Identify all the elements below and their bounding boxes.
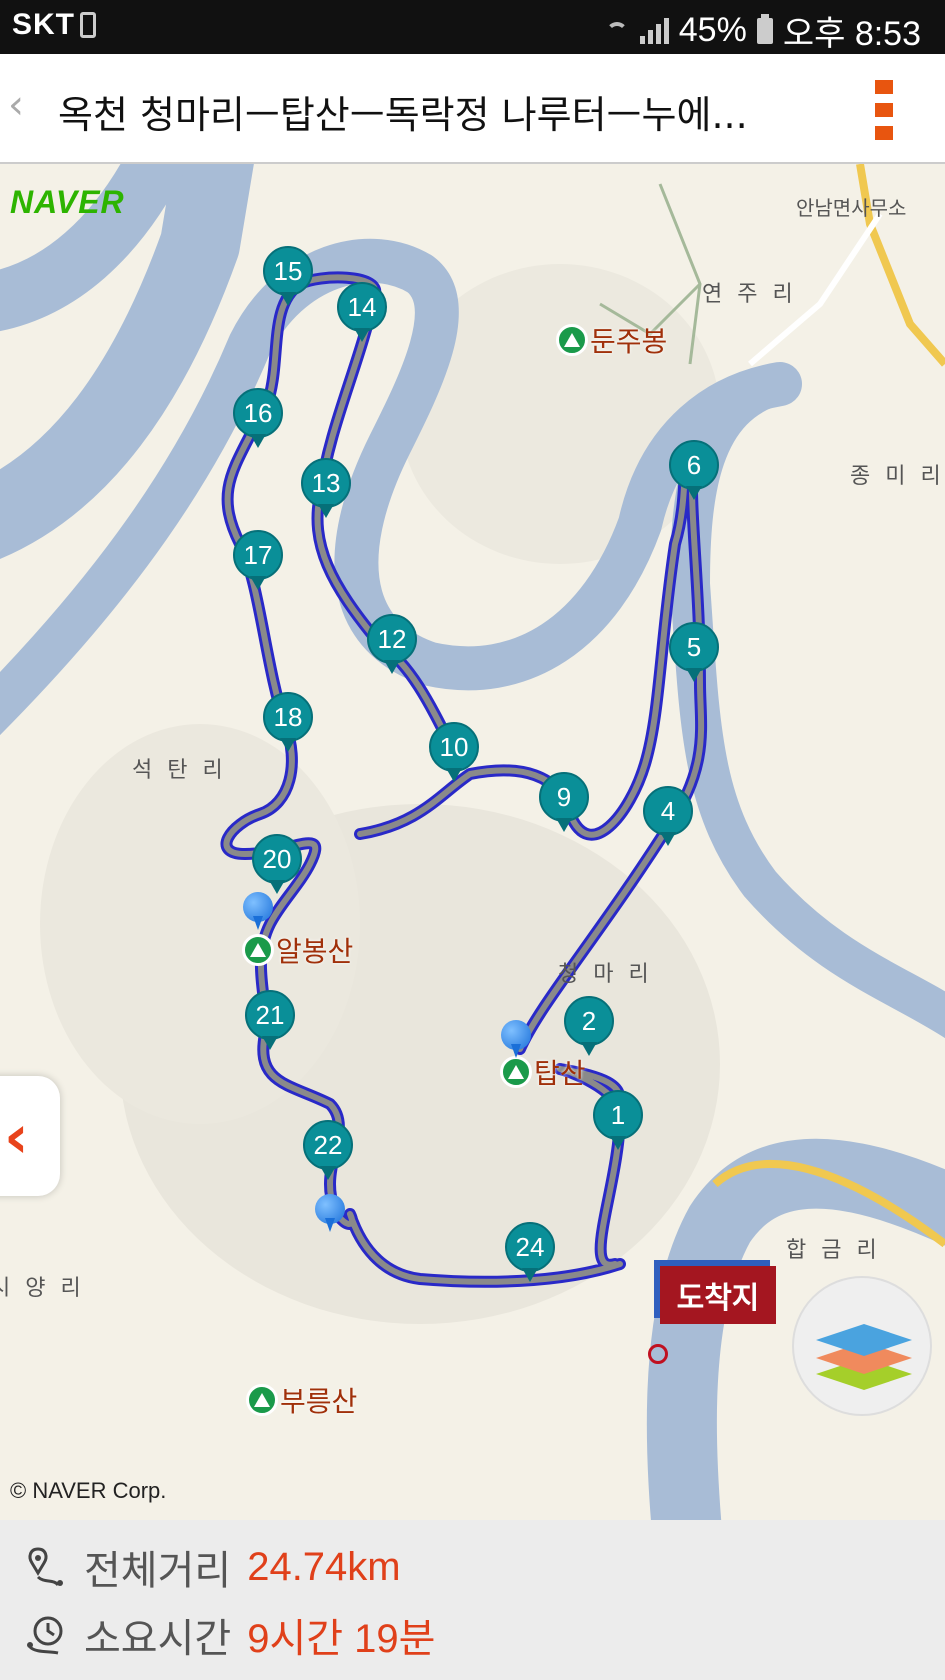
phone-icon (80, 12, 96, 38)
mountain-icon (242, 934, 274, 966)
route-summary-panel: 전체거리 24.74km 소요시간 9시간 19분 (0, 1520, 945, 1680)
waypoint-marker[interactable]: 12 (367, 614, 417, 674)
peak-marker[interactable]: 알봉산 (242, 930, 353, 970)
layers-icon (816, 1324, 912, 1390)
place-label: 종 미 리 (850, 464, 945, 489)
waypoint-marker[interactable]: 13 (301, 458, 351, 518)
page-title: 옥천 청마리ㅡ탑산ㅡ독락정 나루터ㅡ누에... (58, 93, 748, 137)
waypoint-marker[interactable]: 17 (233, 530, 283, 590)
location-pin-icon[interactable] (315, 1194, 345, 1234)
waypoint-marker[interactable]: 9 (539, 772, 589, 832)
wifi-icon (604, 18, 630, 44)
place-label: 청 마 리 (558, 962, 653, 987)
mountain-icon (556, 324, 588, 356)
place-label: 석 탄 리 (132, 758, 227, 783)
mountain-icon (246, 1384, 278, 1416)
location-pin-icon[interactable] (243, 892, 273, 932)
peak-marker[interactable]: 부릉산 (246, 1380, 357, 1420)
battery-percent: 45% (678, 11, 747, 49)
waypoint-marker[interactable]: 15 (263, 246, 313, 306)
duration-value: 9시간 19분 (247, 1617, 436, 1661)
duration-label: 소요시간 (84, 1616, 232, 1662)
peak-marker[interactable]: 둔주봉 (556, 320, 667, 360)
clock: 오후 8:53 (782, 15, 921, 53)
destination-pin-icon (648, 1344, 668, 1364)
waypoint-marker[interactable]: 2 (564, 996, 614, 1056)
carrier-label: SKT (12, 8, 75, 41)
more-vertical-icon[interactable] (875, 80, 893, 140)
distance-label: 전체거리 (84, 1548, 232, 1594)
waypoint-marker[interactable]: 16 (233, 388, 283, 448)
status-bar: SKT 45% 오후 8:53 (0, 0, 945, 54)
location-pin-icon[interactable] (501, 1020, 531, 1060)
back-chevron-icon[interactable]: ‹ (8, 82, 24, 128)
waypoint-marker[interactable]: 24 (505, 1222, 555, 1282)
waypoint-marker[interactable]: 4 (643, 786, 693, 846)
place-label: 시 양 리 (0, 1276, 85, 1301)
naver-logo: NAVER (10, 184, 125, 220)
place-label: 연 주 리 (702, 282, 797, 307)
map-layers-button[interactable] (792, 1276, 932, 1416)
waypoint-marker[interactable]: 21 (245, 990, 295, 1050)
place-label: 안남면사무소 (796, 196, 907, 220)
chevron-left-icon: ‹ (4, 1102, 29, 1172)
waypoint-marker[interactable]: 22 (303, 1120, 353, 1180)
clock-route-icon (27, 1616, 63, 1655)
mountain-icon (500, 1056, 532, 1088)
battery-icon (756, 13, 773, 44)
waypoint-marker[interactable]: 6 (669, 440, 719, 500)
duration-row: 소요시간 9시간 19분 (24, 1606, 435, 1664)
destination-label[interactable]: 도착지 (660, 1266, 776, 1324)
map-copyright: © NAVER Corp. (10, 1478, 167, 1503)
waypoint-marker[interactable]: 5 (669, 622, 719, 682)
waypoint-marker[interactable]: 20 (252, 834, 302, 894)
map-view[interactable]: NAVER 안남면사무소 연 주 리 종 미 리 석 탄 리 청 마 리 합 금… (0, 164, 945, 1520)
waypoint-marker[interactable]: 1 (593, 1090, 643, 1150)
top-app-bar: ‹ 옥천 청마리ㅡ탑산ㅡ독락정 나루터ㅡ누에... (0, 54, 945, 164)
waypoint-marker[interactable]: 18 (263, 692, 313, 752)
distance-value: 24.74km (247, 1544, 401, 1589)
distance-row: 전체거리 24.74km (24, 1538, 401, 1596)
signal-icon (639, 17, 669, 44)
waypoint-marker[interactable]: 14 (337, 282, 387, 342)
route-distance-icon (28, 1547, 63, 1587)
side-panel-toggle[interactable]: ‹ (0, 1076, 60, 1196)
place-label: 합 금 리 (786, 1238, 881, 1263)
waypoint-marker[interactable]: 10 (429, 722, 479, 782)
